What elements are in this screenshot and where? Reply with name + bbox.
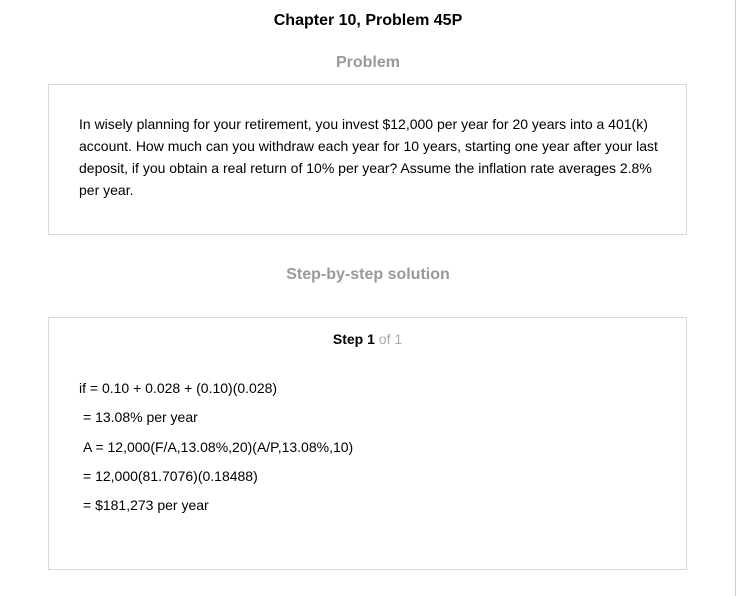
solution-line-1: if = 0.10 + 0.028 + (0.10)(0.028) [79,380,278,396]
solution-line-3: A = 12,000(F/A,13.08%,20)(A/P,13.08%,10) [83,439,354,455]
problem-card: In wisely planning for your retirement, … [48,84,687,235]
solution-line-4: = 12,000(81.7076)(0.18488) [83,468,258,484]
problem-text: In wisely planning for your retirement, … [79,116,658,198]
solution-line-5: = $181,273 per year [83,497,209,513]
step-total: of 1 [378,331,403,347]
solution-line-2: = 13.08% per year [83,409,198,425]
solution-heading: Step-by-step solution [286,266,450,283]
step-number: 1 [367,331,375,347]
step-word: Step [332,331,364,347]
page-title: Chapter 10, Problem 45P [273,12,463,29]
problem-heading: Problem [335,54,400,71]
step-indicator: Step 1 of 1 [49,331,686,347]
solution-card: Step 1 of 1 if = 0.10 + 0.028 + (0.10)(0… [48,317,687,570]
page-right-border [735,0,736,596]
